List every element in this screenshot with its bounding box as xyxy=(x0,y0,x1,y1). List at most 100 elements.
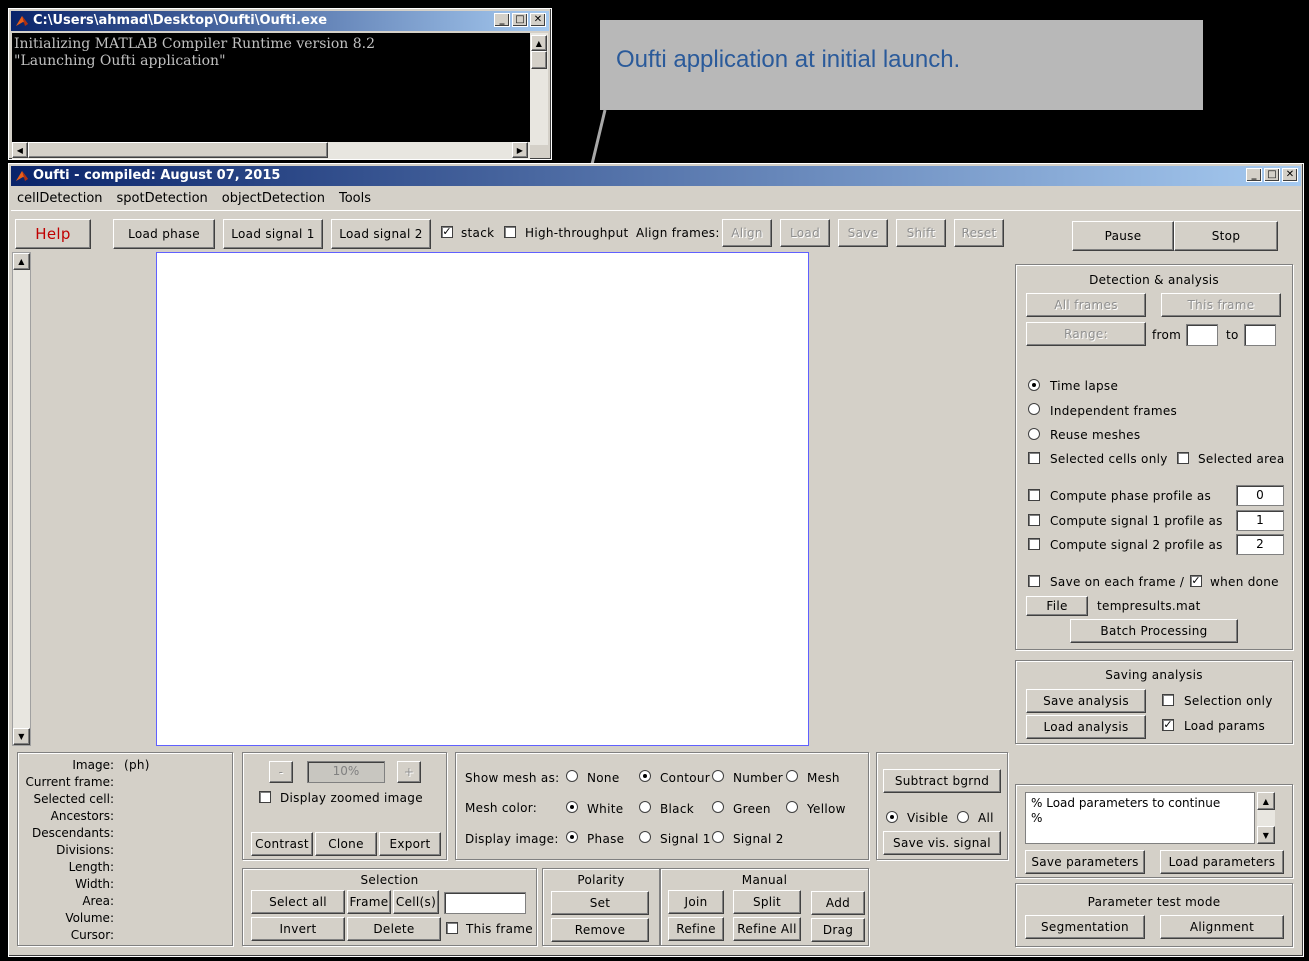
stop-button[interactable]: Stop xyxy=(1174,221,1278,251)
selection-only-checkbox[interactable] xyxy=(1162,694,1174,706)
this-frame-checkbox[interactable] xyxy=(446,922,458,934)
slider-down-icon[interactable]: ▼ xyxy=(13,728,30,745)
export-button[interactable]: Export xyxy=(379,832,441,856)
scroll-up-icon[interactable]: ▲ xyxy=(531,35,547,51)
cells-input[interactable] xyxy=(444,892,526,914)
save-each-frame-checkbox[interactable] xyxy=(1028,575,1040,587)
save-analysis-button[interactable]: Save analysis xyxy=(1026,689,1146,713)
color-green-radio[interactable] xyxy=(712,801,724,813)
mesh-contour-radio[interactable] xyxy=(639,770,651,782)
zoom-in-button[interactable]: + xyxy=(397,761,421,783)
load-parameters-button[interactable]: Load parameters xyxy=(1160,850,1284,874)
console-hscrollbar[interactable]: ◀ ▶ xyxy=(12,142,530,159)
refine-all-button[interactable]: Refine All xyxy=(733,917,801,941)
invert-button[interactable]: Invert xyxy=(251,917,345,941)
contrast-button[interactable]: Contrast xyxy=(251,832,313,856)
shift-button[interactable]: Shift xyxy=(896,219,946,247)
scroll-down-icon[interactable]: ▼ xyxy=(1257,826,1275,844)
app-titlebar[interactable]: Oufti - compiled: August 07, 2015 _ □ ✕ xyxy=(11,166,1301,186)
scroll-thumb[interactable] xyxy=(531,51,547,69)
load-params-checkbox[interactable]: ✓ xyxy=(1162,719,1174,731)
frame-slider[interactable]: ▲ ▼ xyxy=(12,252,31,746)
minimize-icon[interactable]: _ xyxy=(494,13,510,27)
parameters-scrollbar[interactable]: ▲ ▼ xyxy=(1257,792,1275,844)
scroll-up-icon[interactable]: ▲ xyxy=(1257,792,1275,810)
image-signal1-radio[interactable] xyxy=(639,831,651,843)
load-analysis-button[interactable]: Load analysis xyxy=(1026,715,1146,739)
segmentation-button[interactable]: Segmentation xyxy=(1025,915,1145,939)
selected-area-checkbox[interactable] xyxy=(1177,452,1189,464)
split-button[interactable]: Split xyxy=(733,890,801,914)
when-done-checkbox[interactable]: ✓ xyxy=(1190,575,1202,587)
all-frames-button[interactable]: All frames xyxy=(1026,293,1146,317)
minimize-icon[interactable]: _ xyxy=(1246,168,1262,182)
save-vis-signal-button[interactable]: Save vis. signal xyxy=(883,831,1001,855)
parameters-text[interactable]: % Load parameters to continue % xyxy=(1025,792,1255,844)
all-radio[interactable] xyxy=(957,811,969,823)
high-throughput-checkbox[interactable] xyxy=(504,226,516,238)
select-cells-button[interactable]: Cell(s) xyxy=(393,890,439,914)
menu-spotdetection[interactable]: spotDetection xyxy=(117,191,208,206)
range-from-input[interactable] xyxy=(1186,324,1218,346)
scroll-left-icon[interactable]: ◀ xyxy=(12,142,28,158)
select-all-button[interactable]: Select all xyxy=(251,890,345,914)
help-button[interactable]: Help xyxy=(15,219,91,249)
range-button[interactable]: Range: xyxy=(1026,322,1146,346)
load-signal1-button[interactable]: Load signal 1 xyxy=(223,219,323,249)
compute-signal2-checkbox[interactable] xyxy=(1028,538,1040,550)
slider-up-icon[interactable]: ▲ xyxy=(13,253,30,270)
console-titlebar[interactable]: C:\Users\ahmad\Desktop\Oufti\Oufti.exe _… xyxy=(11,11,549,31)
refine-button[interactable]: Refine xyxy=(668,917,724,941)
maximize-icon[interactable]: □ xyxy=(512,13,528,27)
scroll-thumb[interactable] xyxy=(28,142,328,158)
maximize-icon[interactable]: □ xyxy=(1264,168,1280,182)
display-zoomed-checkbox[interactable] xyxy=(259,791,271,803)
pause-button[interactable]: Pause xyxy=(1072,221,1174,251)
clone-button[interactable]: Clone xyxy=(315,832,377,856)
image-canvas[interactable] xyxy=(156,252,809,746)
mesh-mesh-radio[interactable] xyxy=(786,770,798,782)
load-phase-button[interactable]: Load phase xyxy=(113,219,215,249)
close-icon[interactable]: ✕ xyxy=(530,13,546,27)
alignment-button[interactable]: Alignment xyxy=(1160,915,1284,939)
save-parameters-button[interactable]: Save parameters xyxy=(1025,850,1145,874)
reuse-meshes-radio[interactable] xyxy=(1028,428,1040,440)
menu-celldetection[interactable]: cellDetection xyxy=(17,191,103,206)
file-button[interactable]: File xyxy=(1026,596,1088,616)
zoom-out-button[interactable]: - xyxy=(269,761,293,783)
scroll-right-icon[interactable]: ▶ xyxy=(512,142,528,158)
signal2-profile-input[interactable]: 2 xyxy=(1236,534,1284,555)
range-to-input[interactable] xyxy=(1244,324,1276,346)
color-yellow-radio[interactable] xyxy=(786,801,798,813)
subtract-bgrnd-button[interactable]: Subtract bgrnd xyxy=(883,769,1001,793)
mesh-number-radio[interactable] xyxy=(712,770,724,782)
independent-frames-radio[interactable] xyxy=(1028,403,1040,415)
mesh-none-radio[interactable] xyxy=(566,770,578,782)
menu-objectdetection[interactable]: objectDetection xyxy=(222,191,325,206)
load-signal2-button[interactable]: Load signal 2 xyxy=(331,219,431,249)
polarity-set-button[interactable]: Set xyxy=(551,891,649,915)
align-load-button[interactable]: Load xyxy=(780,219,830,247)
this-frame-button[interactable]: This frame xyxy=(1161,293,1281,317)
polarity-remove-button[interactable]: Remove xyxy=(551,918,649,942)
phase-profile-input[interactable]: 0 xyxy=(1236,485,1284,506)
align-save-button[interactable]: Save xyxy=(838,219,888,247)
time-lapse-radio[interactable] xyxy=(1028,379,1040,391)
signal1-profile-input[interactable]: 1 xyxy=(1236,510,1284,531)
compute-phase-checkbox[interactable] xyxy=(1028,489,1040,501)
align-button[interactable]: Align xyxy=(722,219,772,247)
image-phase-radio[interactable] xyxy=(566,831,578,843)
drag-button[interactable]: Drag xyxy=(811,918,865,942)
delete-button[interactable]: Delete xyxy=(347,917,441,941)
color-black-radio[interactable] xyxy=(639,801,651,813)
image-signal2-radio[interactable] xyxy=(712,831,724,843)
add-button[interactable]: Add xyxy=(811,891,865,915)
stack-checkbox[interactable]: ✓ xyxy=(441,226,453,238)
selected-cells-only-checkbox[interactable] xyxy=(1028,452,1040,464)
menu-tools[interactable]: Tools xyxy=(339,191,371,206)
reset-button[interactable]: Reset xyxy=(954,219,1004,247)
select-frame-button[interactable]: Frame xyxy=(347,890,391,914)
visible-radio[interactable] xyxy=(886,811,898,823)
color-white-radio[interactable] xyxy=(566,801,578,813)
compute-signal1-checkbox[interactable] xyxy=(1028,514,1040,526)
